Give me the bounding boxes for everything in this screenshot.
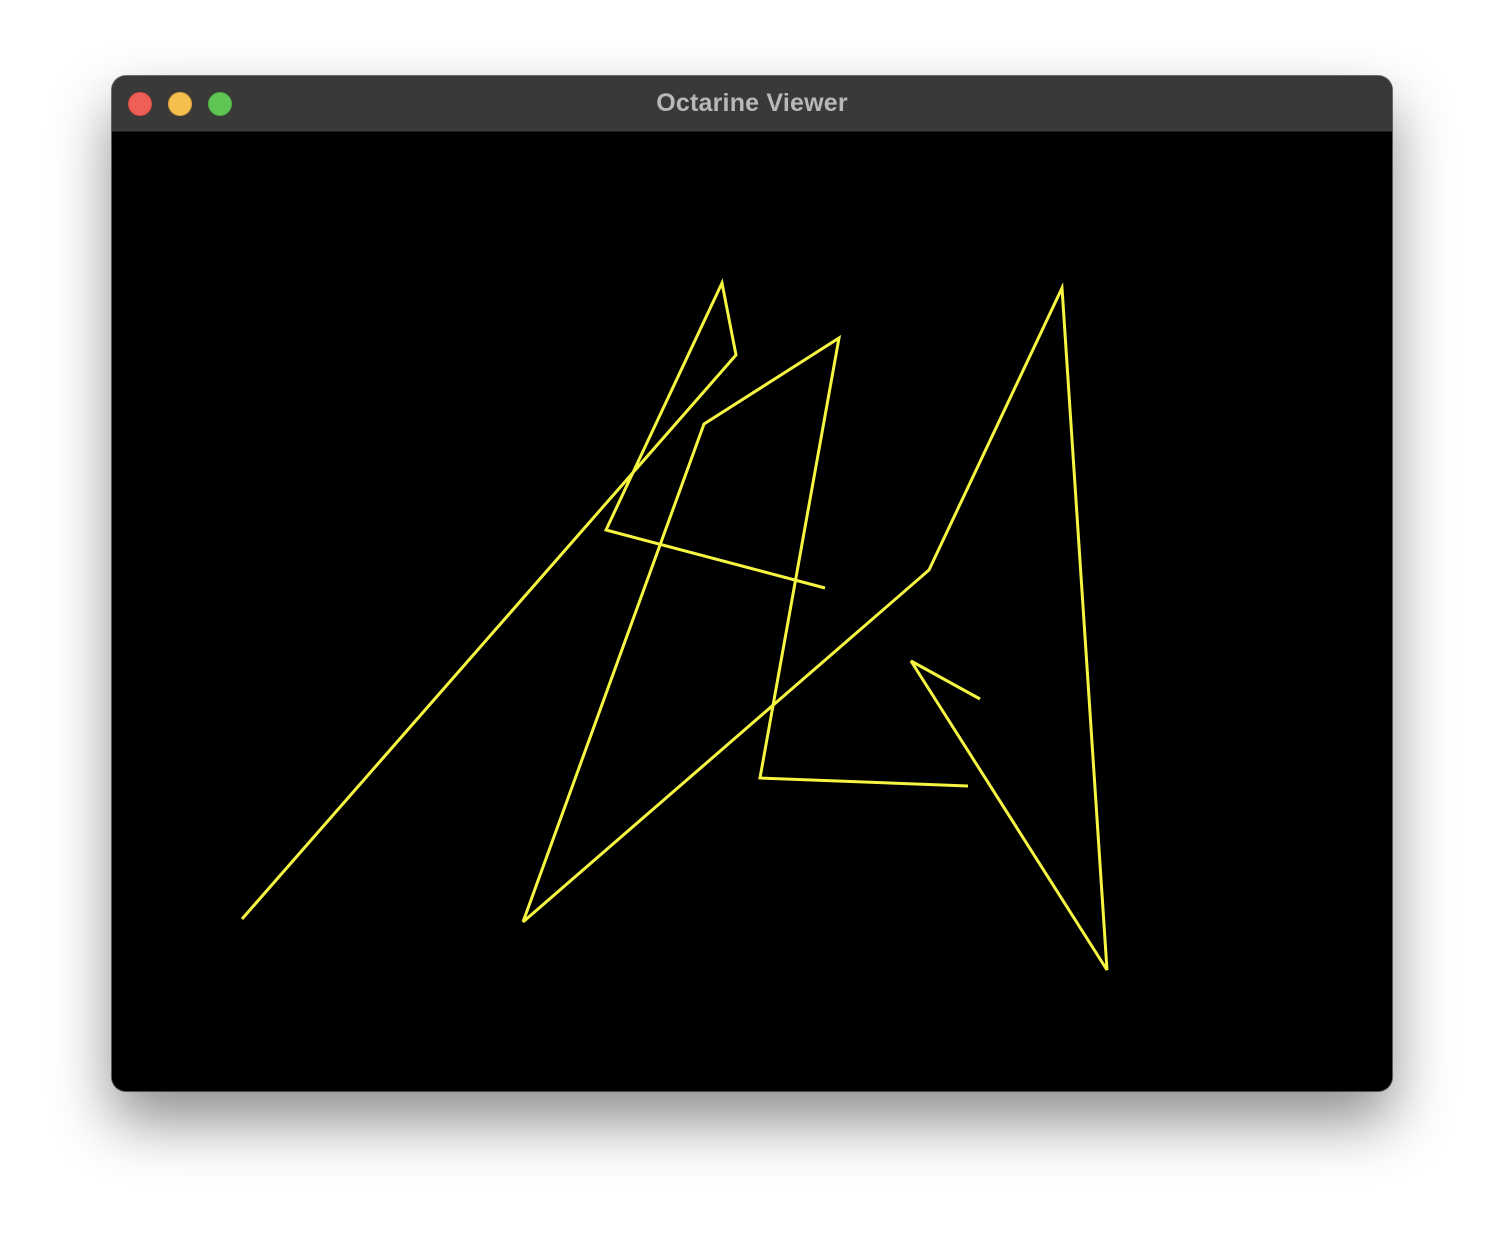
- viewer-window: Octarine Viewer: [112, 76, 1392, 1091]
- yellow-polyline-3: [522, 282, 1109, 971]
- yellow-polyline: [240, 278, 826, 920]
- window-title: Octarine Viewer: [656, 89, 848, 117]
- drawing-canvas[interactable]: [112, 132, 1392, 1091]
- drawing-surface: [240, 278, 1109, 971]
- title-bar[interactable]: Octarine Viewer: [112, 76, 1392, 132]
- yellow-polyline-2: [521, 334, 969, 923]
